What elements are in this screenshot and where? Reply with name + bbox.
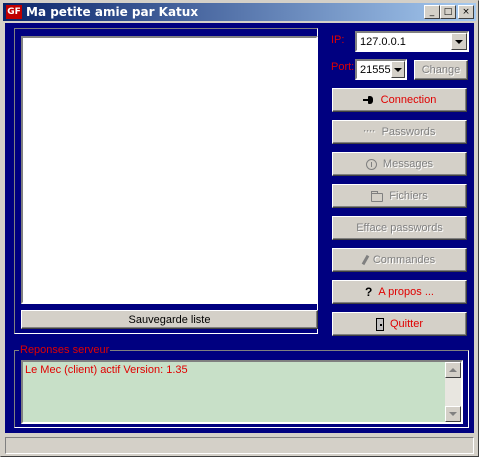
plug-icon: [362, 94, 375, 106]
erase-passwords-label: Efface passwords: [356, 222, 443, 234]
scroll-down-icon[interactable]: [445, 406, 461, 422]
server-responses-box[interactable]: Le Mec (client) actif Version: 1.35: [21, 360, 463, 424]
commands-button[interactable]: Commandes: [332, 248, 467, 272]
info-icon: [365, 158, 377, 170]
files-button[interactable]: Fichiers: [332, 184, 467, 208]
chevron-down-icon[interactable]: [451, 33, 467, 50]
chevron-down-icon[interactable]: [390, 61, 405, 78]
quit-label: Quitter: [389, 318, 423, 330]
vertical-scrollbar[interactable]: [445, 362, 461, 422]
about-label: A propos ...: [378, 286, 434, 298]
password-dots-icon: [363, 123, 376, 138]
messages-button[interactable]: Messages: [332, 152, 467, 176]
title-bar-buttons: _ □ ×: [424, 5, 474, 19]
door-icon: [375, 317, 384, 331]
about-button[interactable]: ? A propos ...: [332, 280, 467, 304]
close-button[interactable]: ×: [458, 5, 474, 19]
connection-label: Connection: [380, 94, 437, 106]
maximize-button[interactable]: □: [440, 5, 456, 19]
port-label: Port:: [331, 61, 355, 73]
minimize-button[interactable]: _: [424, 5, 440, 19]
title-bar[interactable]: GF Ma petite amie par Katux _ □ ×: [3, 3, 476, 21]
pen-icon: [361, 254, 370, 266]
save-list-button[interactable]: Sauvegarde liste: [21, 310, 318, 329]
window-title: Ma petite amie par Katux: [26, 5, 199, 19]
ip-combobox[interactable]: 127.0.0.1: [355, 31, 469, 52]
ip-value: 127.0.0.1: [360, 35, 406, 48]
change-label: Change: [421, 64, 461, 76]
passwords-label: Passwords: [381, 126, 436, 138]
save-list-label: Sauvegarde liste: [128, 313, 211, 326]
commands-label: Commandes: [372, 254, 436, 266]
list-panel: Sauvegarde liste: [14, 28, 318, 334]
connection-button[interactable]: Connection: [332, 88, 467, 112]
passwords-button[interactable]: Passwords: [332, 120, 467, 144]
main-window: GF Ma petite amie par Katux _ □ × Sauveg…: [0, 0, 479, 457]
folder-icon: [371, 190, 384, 202]
client-area: Sauvegarde liste IP: 127.0.0.1 Port: 215…: [5, 23, 474, 433]
files-label: Fichiers: [389, 190, 428, 202]
server-responses-title: Reponses serveur: [19, 344, 111, 356]
quit-button[interactable]: Quitter: [332, 312, 467, 336]
erase-passwords-button[interactable]: Efface passwords: [332, 216, 467, 240]
status-bar: [5, 437, 474, 454]
result-list[interactable]: [21, 36, 318, 304]
response-line: Le Mec (client) actif Version: 1.35: [25, 364, 188, 376]
port-value: 21555: [360, 63, 391, 76]
change-button[interactable]: Change: [414, 60, 468, 80]
scroll-up-icon[interactable]: [445, 362, 461, 378]
question-icon: ?: [365, 285, 373, 299]
app-icon: GF: [6, 5, 22, 19]
messages-label: Messages: [382, 158, 434, 170]
port-combobox[interactable]: 21555: [355, 59, 407, 80]
ip-label: IP:: [331, 34, 345, 46]
server-responses-group: Reponses serveur Le Mec (client) actif V…: [14, 344, 469, 428]
